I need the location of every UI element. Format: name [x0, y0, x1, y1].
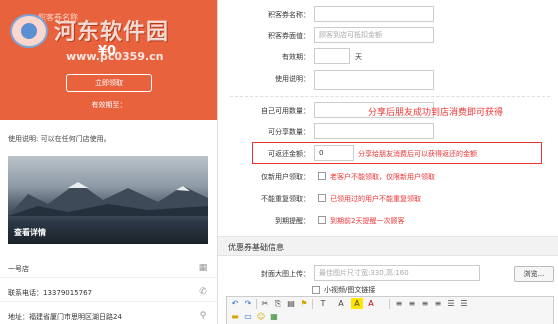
- validity-input[interactable]: [314, 48, 350, 64]
- claim-button[interactable]: 立即领取: [66, 74, 152, 92]
- align-justify-icon[interactable]: ≡: [432, 298, 444, 309]
- name-label: 积客券名称：: [268, 11, 310, 19]
- new-user-option: 老客户不能领取，仅限新用户领取: [330, 173, 435, 181]
- address-row[interactable]: 地址：福建省厦门市思明区湖日路24 ⚲: [0, 306, 217, 324]
- no-repeat-option: 已领用过的用户不能重复领取: [330, 195, 421, 203]
- store-phone: 联系电话：13379015767: [8, 289, 92, 297]
- share-annotation: 分享后朋友成功到店消费即可获得: [368, 108, 504, 118]
- location-icon: ⚲: [199, 311, 207, 321]
- paste-icon[interactable]: ▤: [285, 298, 297, 309]
- align-left-icon[interactable]: ≡: [393, 298, 405, 309]
- no-repeat-label: 不能重复领取：: [261, 195, 310, 203]
- cut-icon[interactable]: ✂: [259, 298, 271, 309]
- coupon-form: 积客券名称： 积客券面值： 顾客到店可抵扣金额 有效期： 天 使用说明： 自己可…: [218, 0, 558, 324]
- align-center-icon[interactable]: ≡: [406, 298, 418, 309]
- highlight-color-icon[interactable]: A: [351, 298, 363, 309]
- store-row[interactable]: 一号店 ▦: [0, 258, 217, 278]
- table-icon[interactable]: ▬: [229, 311, 241, 322]
- name-input[interactable]: [314, 6, 434, 22]
- format-painter-icon[interactable]: ⚑: [298, 298, 310, 309]
- name-row: 积客券名称：: [218, 6, 558, 24]
- validity-label: 有效期：: [282, 53, 310, 61]
- rebate-row: 可返还金额： 0 分享给朋友消费后可以获得返还的金额: [218, 145, 558, 163]
- editor-toolbar: ↶ ↷ ✂ ⎘ ▤ ⚑ T A A A ≡ ≡ ≡ ≡ ☰ ☰ ▬ ▭ ☺ ▦: [226, 296, 554, 324]
- mobile-preview: 积客券名称 河东软件园 www.pc0359.cn ¥0 立即领取 有效期至： …: [0, 0, 218, 324]
- self-qty-label: 自己可用数量：: [261, 107, 310, 115]
- usage-input[interactable]: [314, 70, 434, 90]
- media-icon[interactable]: ▦: [268, 311, 280, 322]
- new-user-checkbox[interactable]: [318, 172, 326, 180]
- font-family-icon[interactable]: A: [333, 298, 349, 309]
- phone-row[interactable]: 联系电话：13379015767 ✆: [0, 282, 217, 302]
- divider: [230, 96, 550, 97]
- usage-label: 使用说明：: [275, 75, 310, 83]
- toolbar-separator: [389, 299, 390, 309]
- expire-checkbox[interactable]: [318, 216, 326, 224]
- emoticon-icon[interactable]: ☺: [255, 311, 267, 322]
- copy-icon[interactable]: ⎘: [272, 298, 284, 309]
- image-icon[interactable]: ▭: [242, 311, 254, 322]
- store-photo[interactable]: 查看详情: [8, 156, 208, 244]
- new-user-row: 仅新用户领取： 老客户不能领取，仅限新用户领取: [218, 168, 558, 186]
- rebate-label: 可返还金额：: [268, 150, 310, 158]
- store-address: 地址：福建省厦门市思明区湖日路24: [8, 313, 122, 321]
- share-qty-row: 可分享数量：: [218, 123, 558, 141]
- toolbar-separator: [256, 299, 257, 309]
- coupon-price: ¥0: [98, 44, 117, 59]
- expire-row: 到期提醒： 到期前2天提醒一次顾客: [218, 212, 558, 230]
- face-label: 积客券面值：: [268, 32, 310, 40]
- validity-unit: 天: [355, 53, 362, 61]
- browse-button[interactable]: 浏览...: [514, 266, 554, 282]
- phone-icon: ✆: [199, 287, 207, 297]
- align-right-icon[interactable]: ≡: [419, 298, 431, 309]
- expire-option: 到期前2天提醒一次顾客: [330, 217, 405, 225]
- rebate-input[interactable]: 0: [314, 145, 354, 161]
- video-link-checkbox[interactable]: [312, 286, 320, 294]
- font-size-icon[interactable]: T: [315, 298, 331, 309]
- font-color-icon[interactable]: A: [365, 298, 377, 309]
- no-repeat-row: 不能重复领取： 已领用过的用户不能重复领取: [218, 190, 558, 208]
- watermark-icon: [10, 14, 48, 48]
- video-link-label: 小视频/图文链接: [324, 286, 376, 294]
- new-user-label: 仅新用户领取：: [261, 173, 310, 181]
- store-icon: ▦: [198, 263, 208, 273]
- share-qty-label: 可分享数量：: [268, 128, 310, 136]
- expire-label: 到期提醒：: [275, 217, 310, 225]
- no-repeat-checkbox[interactable]: [318, 194, 326, 202]
- validity-row: 有效期： 天: [218, 48, 558, 66]
- redo-icon[interactable]: ↷: [242, 298, 254, 309]
- coupon-usage-text: 使用说明: 可以在任何门店使用。: [8, 135, 111, 143]
- cover-label: 封面大图上传：: [261, 270, 310, 278]
- watermark-title: 河东软件园: [54, 19, 170, 45]
- ordered-list-icon[interactable]: ☰: [445, 298, 457, 309]
- mountain-illustration: [8, 182, 208, 216]
- basic-info-section-header: 优惠券基础信息: [218, 236, 558, 256]
- toolbar-separator: [312, 299, 313, 309]
- unordered-list-icon[interactable]: ☰: [458, 298, 470, 309]
- store-name: 一号店: [8, 265, 29, 273]
- usage-row: 使用说明：: [218, 70, 558, 90]
- coupon-card: 积客券名称 河东软件园 www.pc0359.cn ¥0 立即领取 有效期至：: [0, 0, 217, 120]
- face-row: 积客券面值： 顾客到店可抵扣金额: [218, 27, 558, 45]
- rebate-note: 分享给朋友消费后可以获得返还的金额: [358, 150, 477, 158]
- face-value-input[interactable]: 顾客到店可抵扣金额: [314, 27, 434, 43]
- undo-icon[interactable]: ↶: [229, 298, 241, 309]
- share-qty-input[interactable]: [314, 123, 434, 139]
- cover-row: 封面大图上传： 最佳图片尺寸宽:330,高:160: [218, 265, 558, 283]
- cover-path-input[interactable]: 最佳图片尺寸宽:330,高:160: [314, 265, 480, 281]
- section-title: 优惠券基础信息: [228, 243, 284, 252]
- view-details-link[interactable]: 查看详情: [14, 227, 46, 238]
- coupon-validity: 有效期至：: [91, 101, 127, 109]
